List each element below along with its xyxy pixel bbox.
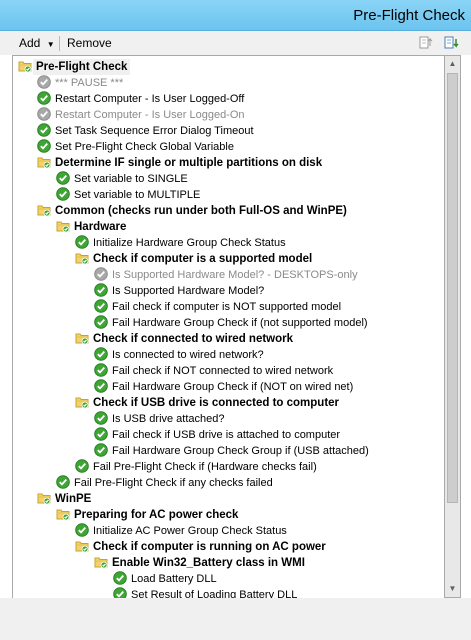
check-icon <box>56 187 70 201</box>
disabled-check-icon <box>94 267 108 281</box>
title-bar: Pre-Flight Check <box>0 0 471 31</box>
check-icon <box>94 411 108 425</box>
tree-item-label: Restart Computer - Is User Logged-Off <box>55 93 245 105</box>
check-icon <box>75 235 89 249</box>
dropdown-arrow-icon: ▼ <box>46 40 55 49</box>
remove-button[interactable]: Remove <box>67 35 112 51</box>
check-icon <box>37 139 51 153</box>
add-button[interactable]: Add ▼ <box>19 35 55 51</box>
tree-item-label: Set Pre-Flight Check Global Variable <box>55 141 234 153</box>
scrollbar-thumb[interactable] <box>447 73 458 503</box>
check-icon <box>94 315 108 329</box>
move-down-icon[interactable] <box>443 34 461 52</box>
folder-check-icon <box>18 59 32 73</box>
vertical-scrollbar[interactable]: ▲ ▼ <box>444 55 461 598</box>
check-icon <box>94 379 108 393</box>
tree-item-label: Load Battery DLL <box>131 573 217 585</box>
tree-item-label: Is USB drive attached? <box>112 413 225 425</box>
tree-item-label: Pre-Flight Check <box>33 59 131 75</box>
tree-item-label: Enable Win32_Battery class in WMI <box>112 557 305 569</box>
check-icon <box>56 171 70 185</box>
disabled-check-icon <box>37 107 51 121</box>
tree-item-label: Check if USB drive is connected to compu… <box>93 397 340 409</box>
check-icon <box>37 123 51 137</box>
footer-area <box>0 598 471 640</box>
tree-item-label: Check if computer is a supported model <box>93 253 313 265</box>
folder-check-icon <box>37 155 51 169</box>
folder-check-icon <box>75 331 89 345</box>
toolbar-divider <box>59 36 60 51</box>
folder-check-icon <box>75 251 89 265</box>
tree-item-label: Check if connected to wired network <box>93 333 294 345</box>
check-icon <box>94 363 108 377</box>
check-icon <box>94 347 108 361</box>
check-icon <box>56 475 70 489</box>
tree-item-label: Set variable to MULTIPLE <box>74 189 201 201</box>
tree-item-label: Initialize AC Power Group Check Status <box>93 525 287 537</box>
tree-item-label: Fail check if USB drive is attached to c… <box>112 429 341 441</box>
window-title: Pre-Flight Check <box>353 7 465 24</box>
tree-item-label: Fail check if NOT connected to wired net… <box>112 365 334 377</box>
check-icon <box>75 523 89 537</box>
tree-item-label: Restart Computer - Is User Logged-On <box>55 109 245 121</box>
check-icon <box>94 299 108 313</box>
tree-item-label: Is Supported Hardware Model? <box>112 285 265 297</box>
task-sequence-tree[interactable]: Pre-Flight Check *** PAUSE *** Restart Com… <box>12 55 445 600</box>
toolbar: Add ▼ Remove <box>0 31 471 55</box>
check-icon <box>37 91 51 105</box>
folder-check-icon <box>37 491 51 505</box>
tree-item-label: Set Task Sequence Error Dialog Timeout <box>55 125 254 137</box>
folder-check-icon <box>56 507 70 521</box>
tree-item-label: Fail check if computer is NOT supported … <box>112 301 342 313</box>
tree-item-label: Fail Pre-Flight Check if any checks fail… <box>74 477 273 489</box>
folder-check-icon <box>75 395 89 409</box>
tree-item-label: Fail Hardware Group Check if (NOT on wir… <box>112 381 354 393</box>
scroll-down-icon[interactable]: ▼ <box>445 581 460 597</box>
check-icon <box>113 571 127 585</box>
tree-item-label: Determine IF single or multiple partitio… <box>55 157 323 169</box>
tree-item-label: *** PAUSE *** <box>55 77 124 89</box>
folder-check-icon <box>94 555 108 569</box>
check-icon <box>94 443 108 457</box>
folder-check-icon <box>56 219 70 233</box>
tree-item-label: Fail Hardware Group Check Group if (USB … <box>112 445 369 457</box>
folder-check-icon <box>75 539 89 553</box>
disabled-check-icon <box>37 75 51 89</box>
tree-item-label: Is connected to wired network? <box>112 349 264 361</box>
tree-item-label: Hardware <box>74 221 127 233</box>
scroll-up-icon[interactable]: ▲ <box>445 56 460 72</box>
tree-item-label: WinPE <box>55 493 92 505</box>
tree-item-label: Is Supported Hardware Model? - DESKTOPS-… <box>112 269 358 281</box>
move-up-icon[interactable] <box>417 34 435 52</box>
check-icon <box>75 459 89 473</box>
tree-item-label: Set variable to SINGLE <box>74 173 188 185</box>
tree-item-label: Initialize Hardware Group Check Status <box>93 237 286 249</box>
tree-item-label: Fail Pre-Flight Check if (Hardware check… <box>93 461 317 473</box>
folder-check-icon <box>37 203 51 217</box>
check-icon <box>94 283 108 297</box>
tree-item-label: Preparing for AC power check <box>74 509 239 521</box>
tree-item-label: Common (checks run under both Full-OS an… <box>55 205 347 217</box>
add-button-label: Add <box>19 36 41 50</box>
tree-item-label: Check if computer is running on AC power <box>93 541 326 553</box>
tree-item-label: Fail Hardware Group Check if (not suppor… <box>112 317 368 329</box>
check-icon <box>94 427 108 441</box>
